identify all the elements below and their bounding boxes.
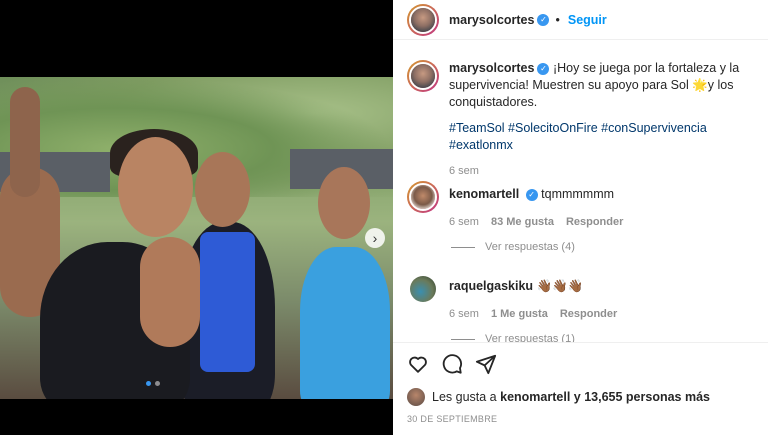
caption-username[interactable]: marysolcortes [449,61,534,75]
comments-list[interactable]: marysolcortes ✓ ¡Hoy se juega por la fort… [393,40,768,342]
comment-item: kenomartell ✓ tqmmmmmm 6 sem 83 Me gusta R… [407,181,759,231]
carousel-dots [146,381,160,386]
caption-item: marysolcortes ✓ ¡Hoy se juega por la fort… [407,60,759,180]
share-icon[interactable] [475,353,497,375]
chevron-right-icon[interactable]: › [365,228,385,248]
caption-avatar[interactable] [407,60,439,92]
reply-button[interactable]: Responder [566,216,623,228]
view-replies-button[interactable]: Ver respuestas (4) [451,241,575,253]
reply-button[interactable]: Responder [560,308,617,320]
commenter-username[interactable]: kenomartell [449,187,519,201]
carousel-dot-active [146,381,151,386]
liker-username[interactable]: kenomartell [500,390,570,404]
post-side-panel: marysolcortes ✓ • Seguir marysolcortes ✓ … [393,0,768,435]
liker-avatar[interactable] [407,388,425,406]
author-username[interactable]: marysolcortes [449,13,534,27]
view-replies-label: Ver respuestas (4) [485,241,575,253]
comment-text: tqmmmmmm [541,187,615,201]
post-media: › [0,0,393,435]
comment-text: 👋🏾👋🏾👋🏾 [536,279,584,293]
view-replies-button[interactable]: Ver respuestas (1) [451,333,575,342]
post-header: marysolcortes ✓ • Seguir [393,0,768,40]
post-photo[interactable] [0,77,393,399]
comment-time[interactable]: 6 sem [449,308,479,320]
verified-icon: ✓ [537,62,550,75]
comment-likes[interactable]: 1 Me gusta [491,308,548,320]
verified-icon: ✓ [525,188,538,201]
comment-time[interactable]: 6 sem [449,216,479,228]
comment-icon[interactable] [441,353,463,375]
caption-hashtags[interactable]: #TeamSol #SolecitoOnFire #conSupervivenc… [449,120,759,154]
carousel-dot [155,381,160,386]
comment-likes[interactable]: 83 Me gusta [491,216,554,228]
view-replies-label: Ver respuestas (1) [485,333,575,342]
post-actions: Les gusta a kenomartell y 13,655 persona… [393,342,768,435]
likes-count[interactable]: y 13,655 personas más [574,390,710,404]
verified-icon: ✓ [537,13,550,26]
post-date[interactable]: 30 DE SEPTIEMBRE [407,414,497,424]
likes-summary: Les gusta a kenomartell y 13,655 persona… [407,388,710,406]
commenter-username[interactable]: raquelgaskiku [449,279,533,293]
caption-time[interactable]: 6 sem [449,163,759,180]
instagram-post-view: › marysolcortes ✓ • Seguir marysolcortes… [0,0,768,435]
follow-button[interactable]: Seguir [568,13,607,27]
heart-icon[interactable] [407,353,429,375]
likes-prefix: Les gusta a [432,390,497,404]
commenter-avatar[interactable] [407,181,439,213]
author-avatar[interactable] [407,3,439,36]
comment-item: raquelgaskiku 👋🏾👋🏾👋🏾 6 sem 1 Me gusta Resp… [407,273,759,323]
commenter-avatar[interactable] [410,276,436,302]
